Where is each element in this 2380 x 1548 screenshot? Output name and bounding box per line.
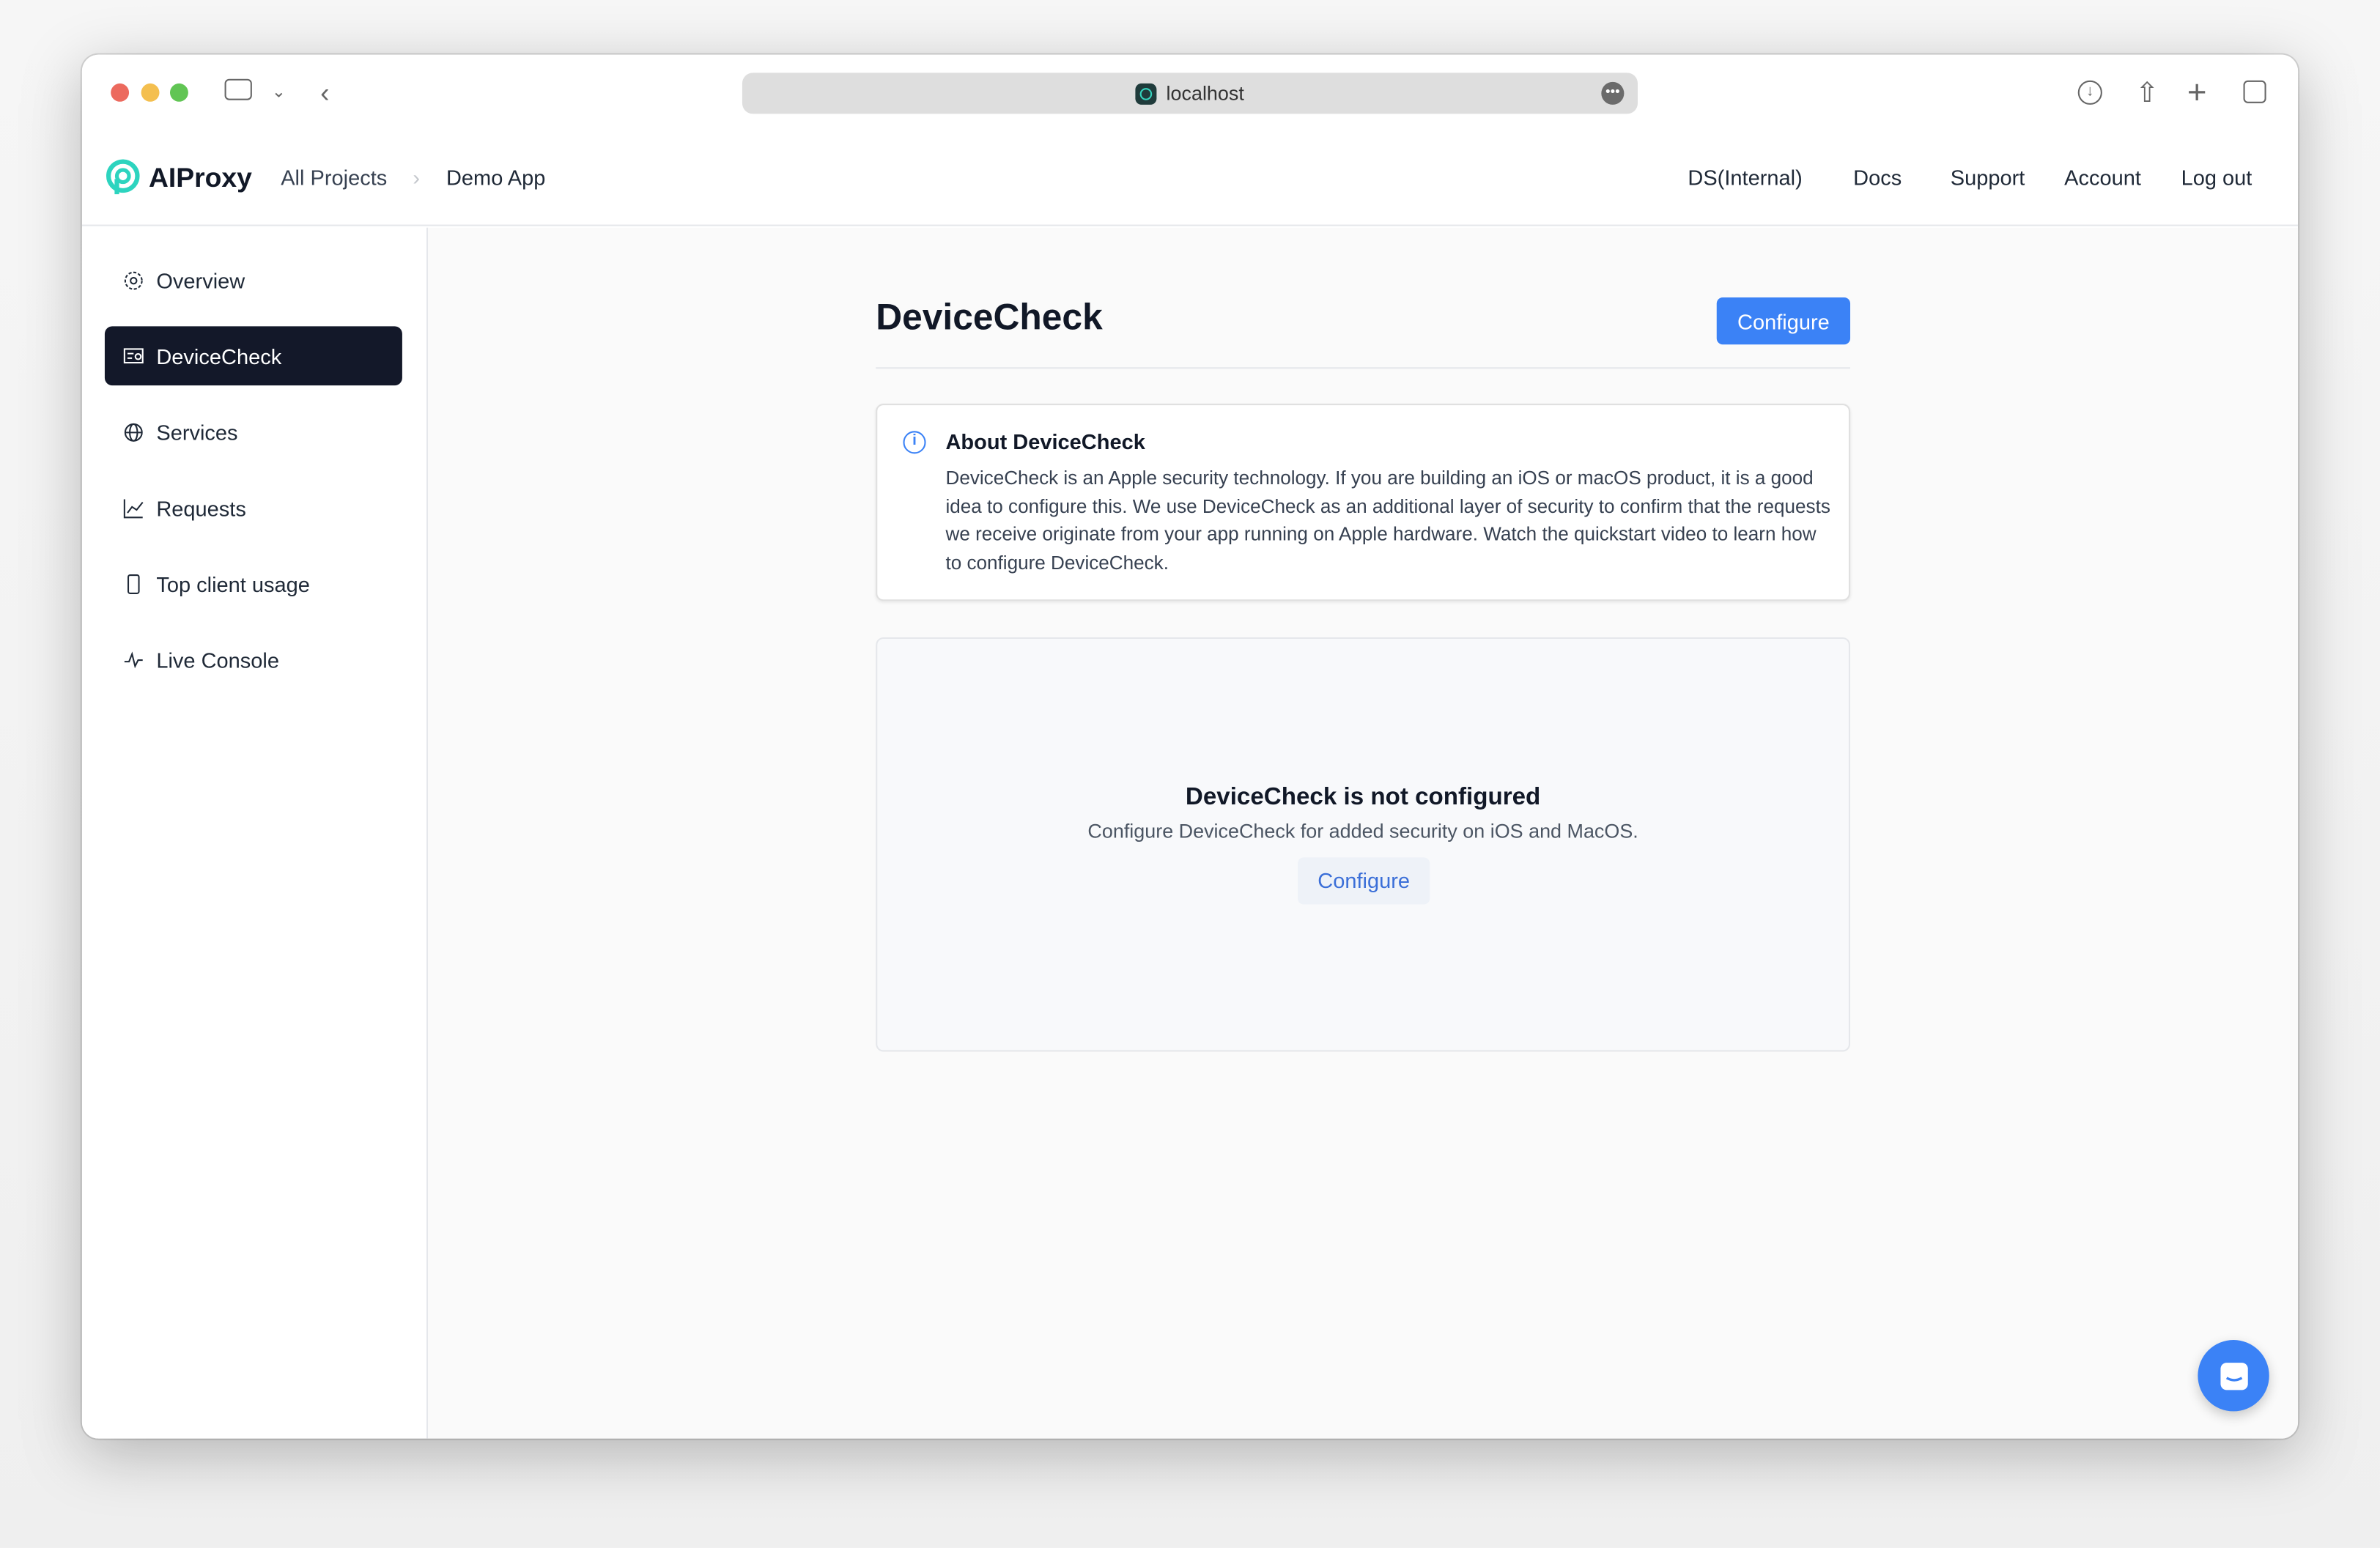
more-icon[interactable]: ••• xyxy=(1601,81,1625,105)
brand-logo[interactable]: AIProxy xyxy=(105,159,252,196)
nav-support[interactable]: Support xyxy=(1951,166,2025,190)
page-title: DeviceCheck xyxy=(876,297,1103,338)
divider xyxy=(876,367,1851,369)
aiproxy-logo-icon xyxy=(106,159,140,195)
maximize-window-button[interactable] xyxy=(169,83,188,102)
sidebar-item-label: Live Console xyxy=(156,647,280,672)
nav-log-out[interactable]: Log out xyxy=(2181,166,2252,190)
sidebar-item-label: Top client usage xyxy=(156,571,310,596)
tabs-overview-icon[interactable] xyxy=(2243,80,2266,103)
download-icon[interactable]: ↓ xyxy=(2077,80,2102,105)
activity-icon xyxy=(124,651,143,668)
browser-toolbar: ⌄ ‹ localhost ••• ↓ ⇧ + xyxy=(81,54,2299,134)
chat-icon xyxy=(2220,1362,2247,1390)
breadcrumb-chevron-icon: › xyxy=(413,165,421,190)
browser-window: ⌄ ‹ localhost ••• ↓ ⇧ + AIProxy All Proj… xyxy=(81,54,2299,1439)
sidebar-item-live-console[interactable]: Live Console xyxy=(105,630,402,689)
configure-button[interactable]: Configure xyxy=(1716,297,1851,345)
phone-icon xyxy=(127,573,140,593)
globe-icon xyxy=(124,422,143,441)
sidebar-item-top-client-usage[interactable]: Top client usage xyxy=(105,554,402,613)
sidebar-item-services[interactable]: Services xyxy=(105,402,402,462)
empty-state-subtitle: Configure DeviceCheck for added security… xyxy=(1087,819,1638,842)
site-favicon-icon xyxy=(1136,82,1158,104)
url-text: localhost xyxy=(1166,81,1244,105)
certificate-icon xyxy=(123,347,144,363)
sidebar: Overview DeviceCheck Services Requests T… xyxy=(81,227,429,1439)
minimize-window-button[interactable] xyxy=(141,83,160,102)
nav-docs[interactable]: Docs xyxy=(1853,166,1902,190)
sidebar-item-label: Requests xyxy=(156,495,246,520)
app-header: AIProxy All Projects › Demo App DS(Inter… xyxy=(81,133,2299,226)
empty-state: DeviceCheck is not configured Configure … xyxy=(876,637,1851,1052)
chevron-down-icon[interactable]: ⌄ xyxy=(272,76,286,110)
new-tab-icon[interactable]: + xyxy=(2187,75,2207,110)
sidebar-toggle-icon[interactable] xyxy=(224,78,252,100)
chart-icon xyxy=(123,498,144,518)
sidebar-item-devicecheck[interactable]: DeviceCheck xyxy=(104,326,402,386)
main-content: DeviceCheck Configure i About DeviceChec… xyxy=(428,227,2299,1439)
share-icon[interactable]: ⇧ xyxy=(2135,76,2158,110)
about-devicecheck-panel: i About DeviceCheck DeviceCheck is an Ap… xyxy=(876,403,1851,601)
brand-name: AIProxy xyxy=(148,161,252,193)
sidebar-item-overview[interactable]: Overview xyxy=(105,251,402,310)
close-window-button[interactable] xyxy=(111,83,130,102)
nav-account[interactable]: Account xyxy=(2064,166,2141,190)
back-icon[interactable]: ‹ xyxy=(320,76,329,110)
sidebar-item-label: DeviceCheck xyxy=(156,344,282,369)
nav-ds-internal[interactable]: DS(Internal) xyxy=(1688,166,1802,190)
chat-launcher-button[interactable] xyxy=(2198,1340,2269,1412)
sidebar-item-requests[interactable]: Requests xyxy=(105,478,402,537)
breadcrumb-demo-app[interactable]: Demo App xyxy=(446,166,545,190)
sidebar-item-label: Overview xyxy=(156,267,245,292)
sidebar-item-label: Services xyxy=(156,419,238,444)
address-bar[interactable]: localhost ••• xyxy=(742,73,1638,114)
empty-state-configure-button[interactable]: Configure xyxy=(1298,857,1430,905)
info-icon: i xyxy=(903,431,926,454)
about-body: DeviceCheck is an Apple security technol… xyxy=(945,467,1830,573)
empty-state-title: DeviceCheck is not configured xyxy=(1185,784,1541,811)
gear-icon xyxy=(124,270,143,289)
about-title: About DeviceCheck xyxy=(945,429,1145,454)
breadcrumb-all-projects[interactable]: All Projects xyxy=(281,166,387,190)
